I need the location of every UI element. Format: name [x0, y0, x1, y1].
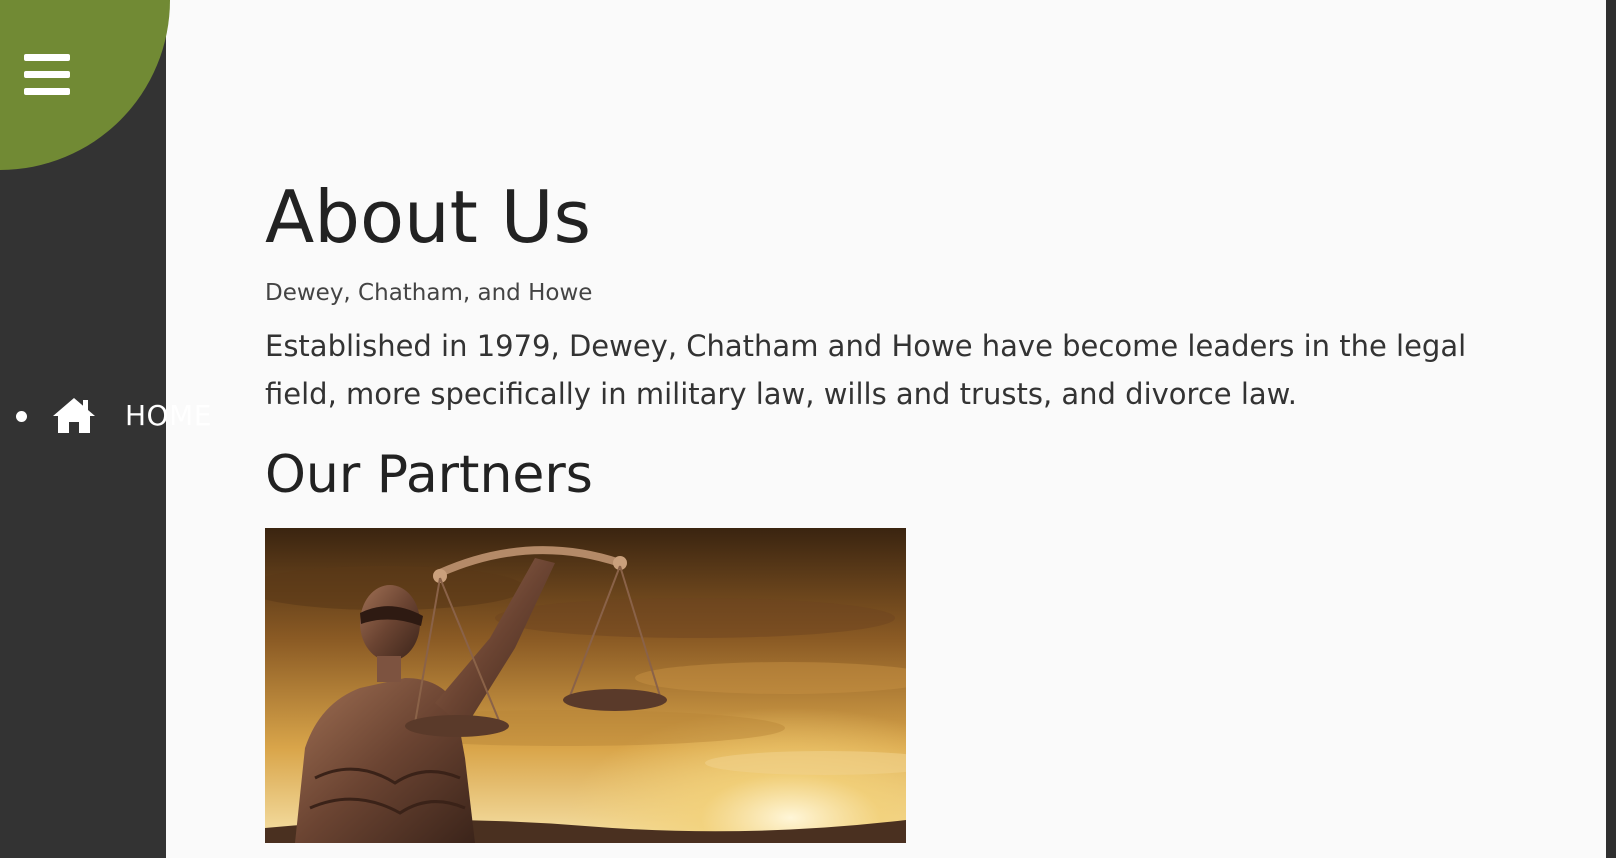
main-content: About Us Dewey, Chatham, and Howe Establ… — [265, 0, 1485, 858]
sidebar-item-label: HOME — [125, 399, 212, 432]
list-bullet — [16, 411, 27, 422]
home-icon — [51, 396, 97, 434]
partners-paragraph-cut — [265, 844, 274, 858]
app-window: HOME About Us Dewey, Chatham, and Howe E… — [0, 0, 1616, 858]
hamburger-menu-icon[interactable] — [24, 54, 70, 96]
page-title: About Us — [265, 175, 591, 259]
intro-paragraph: Established in 1979, Dewey, Chatham and … — [265, 329, 1467, 411]
lady-justice-scales-image — [265, 528, 906, 843]
scrollbar[interactable] — [1606, 0, 1616, 858]
section-title: Our Partners — [265, 445, 593, 505]
page-subtitle: Dewey, Chatham, and Howe — [265, 280, 593, 306]
